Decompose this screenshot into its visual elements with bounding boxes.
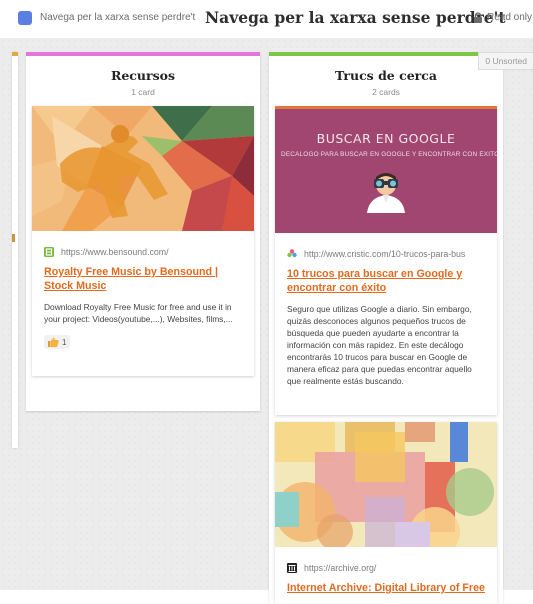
unsorted-tab[interactable]: 0 Unsorted — [478, 52, 533, 70]
abstract-shapes-illustration — [275, 422, 497, 547]
athlete-illustration — [32, 106, 254, 231]
card-url: https://archive.org/ — [304, 563, 377, 573]
card-title-link[interactable]: 10 trucos para buscar en Google y encont… — [287, 268, 485, 295]
column-header: Recursos 1 card — [26, 56, 260, 97]
reaction-badge[interactable]: 1 — [44, 335, 71, 349]
card-url-row: http://www.cristic.com/10-trucos-para-bu… — [287, 249, 485, 259]
archive-favicon-icon — [287, 563, 297, 573]
column-card-count: 1 card — [131, 87, 155, 97]
lock-icon — [474, 12, 482, 23]
card-url-row: https://www.bensound.com/ — [44, 247, 242, 257]
column-marker — [12, 234, 15, 242]
reaction-count: 1 — [62, 337, 67, 347]
column-header: Trucs de cerca 2 cards — [269, 56, 503, 97]
column-color-bar — [12, 52, 18, 56]
image-heading: BUSCAR EN GOOGLE — [316, 131, 456, 146]
image-subheading: DECÁLOGO PARA BUSCAR EN GOOGLE Y ENCONTR… — [281, 151, 497, 158]
column-title: Recursos — [110, 68, 176, 83]
board: Recursos 1 card https://www.bensound.com… — [0, 38, 533, 604]
card-bensound[interactable]: https://www.bensound.com/ Royalty Free M… — [32, 106, 254, 376]
read-only-indicator: Read only — [473, 12, 532, 23]
board-icon — [18, 11, 32, 25]
card-internet-archive[interactable]: https://archive.org/ Internet Archive: D… — [275, 422, 497, 604]
column-title: Trucs de cerca — [335, 68, 437, 83]
card-url-row: https://archive.org/ — [287, 563, 485, 573]
binoculars-person-illustration — [367, 173, 405, 213]
card-description: Seguro que utilizas Google a diario. Sin… — [287, 304, 472, 386]
thumbs-up-icon — [48, 337, 59, 347]
card-title-link[interactable]: Royalty Free Music by Bensound | Stock M… — [44, 266, 242, 293]
top-bar: Navega per la xarxa sense perdre't Naveg… — [0, 0, 533, 38]
bensound-favicon-icon — [44, 247, 54, 257]
card-description: Download Royalty Free Music for free and… — [44, 302, 233, 324]
card-title-link[interactable]: Internet Archive: Digital Library of Fre… — [287, 582, 485, 596]
board-title: Navega per la xarxa sense perdre't — [205, 8, 506, 27]
card-url: https://www.bensound.com/ — [61, 247, 169, 257]
column-card-count: 2 cards — [372, 87, 400, 97]
card-url: http://www.cristic.com/10-trucos-para-bu… — [304, 249, 466, 259]
breadcrumb[interactable]: Navega per la xarxa sense perdre't — [40, 12, 195, 23]
column-recursos: Recursos 1 card https://www.bensound.com… — [26, 52, 260, 411]
card-google-tricks[interactable]: BUSCAR EN GOOGLE DECÁLOGO PARA BUSCAR EN… — [275, 106, 497, 415]
card-image: BUSCAR EN GOOGLE DECÁLOGO PARA BUSCAR EN… — [275, 109, 497, 233]
previous-column-edge[interactable] — [12, 52, 18, 448]
cristic-favicon-icon — [287, 249, 297, 258]
read-only-label: Read only — [487, 12, 533, 23]
column-trucs-de-cerca: Trucs de cerca 2 cards BUSCAR EN GOOGLE … — [269, 52, 503, 604]
card-image — [275, 422, 497, 547]
card-image — [32, 106, 254, 231]
